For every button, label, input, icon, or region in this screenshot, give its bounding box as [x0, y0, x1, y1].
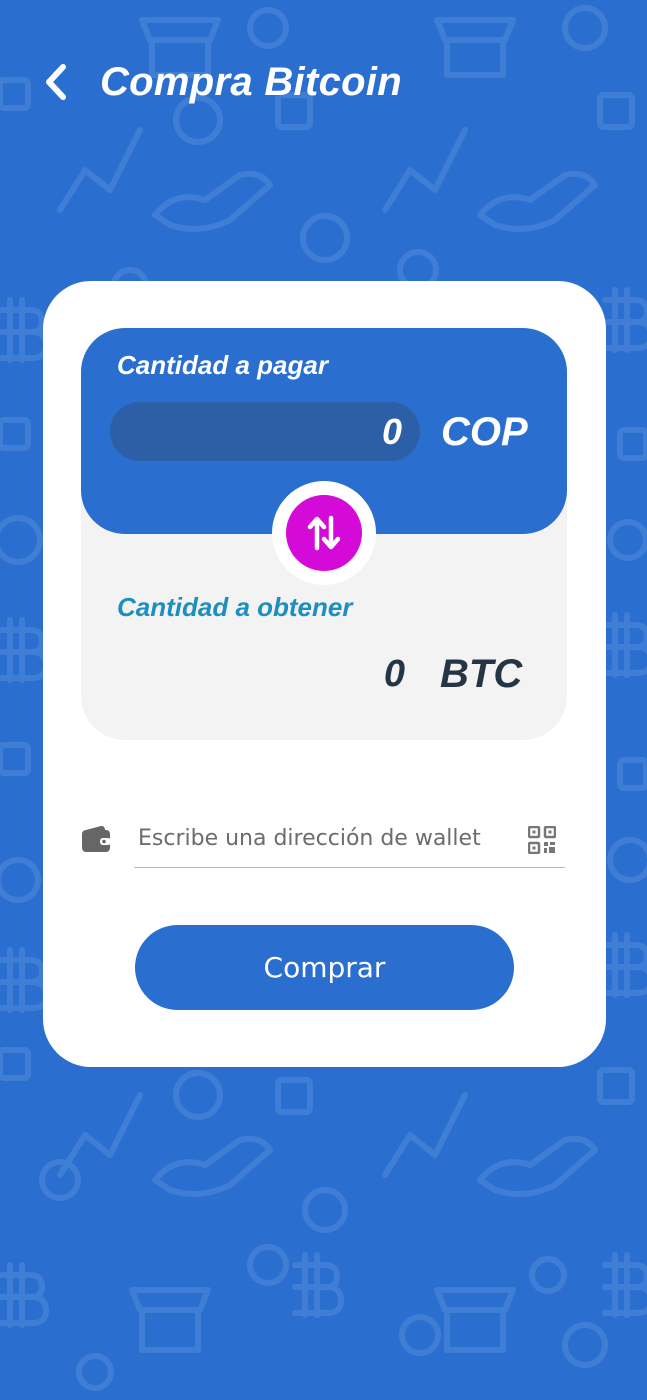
swap-currency-button[interactable] [286, 495, 362, 571]
page-title: Compra Bitcoin [100, 60, 402, 104]
pay-amount-input[interactable]: 0 [110, 402, 420, 461]
back-button[interactable] [36, 58, 76, 106]
receive-currency-label: BTC [440, 652, 523, 696]
qr-code-icon[interactable] [528, 826, 556, 854]
wallet-address-input[interactable] [134, 810, 518, 866]
pay-currency-label: COP [441, 410, 528, 454]
pay-amount-label: Cantidad a pagar [117, 350, 328, 380]
receive-amount-label: Cantidad a obtener [117, 592, 353, 622]
app-header: Compra Bitcoin [0, 0, 647, 165]
buy-button[interactable]: Comprar [135, 925, 514, 1010]
wallet-icon [82, 825, 111, 852]
wallet-address-field [134, 810, 565, 868]
chevron-left-icon [46, 64, 66, 100]
purchase-card: Cantidad a pagar 0 COP Cantidad a obtene… [43, 281, 606, 1067]
swap-vertical-icon [307, 515, 341, 551]
receive-amount-value: 0 [383, 653, 405, 695]
exchange-box: Cantidad a pagar 0 COP Cantidad a obtene… [81, 328, 567, 740]
swap-button-ring [272, 481, 376, 585]
